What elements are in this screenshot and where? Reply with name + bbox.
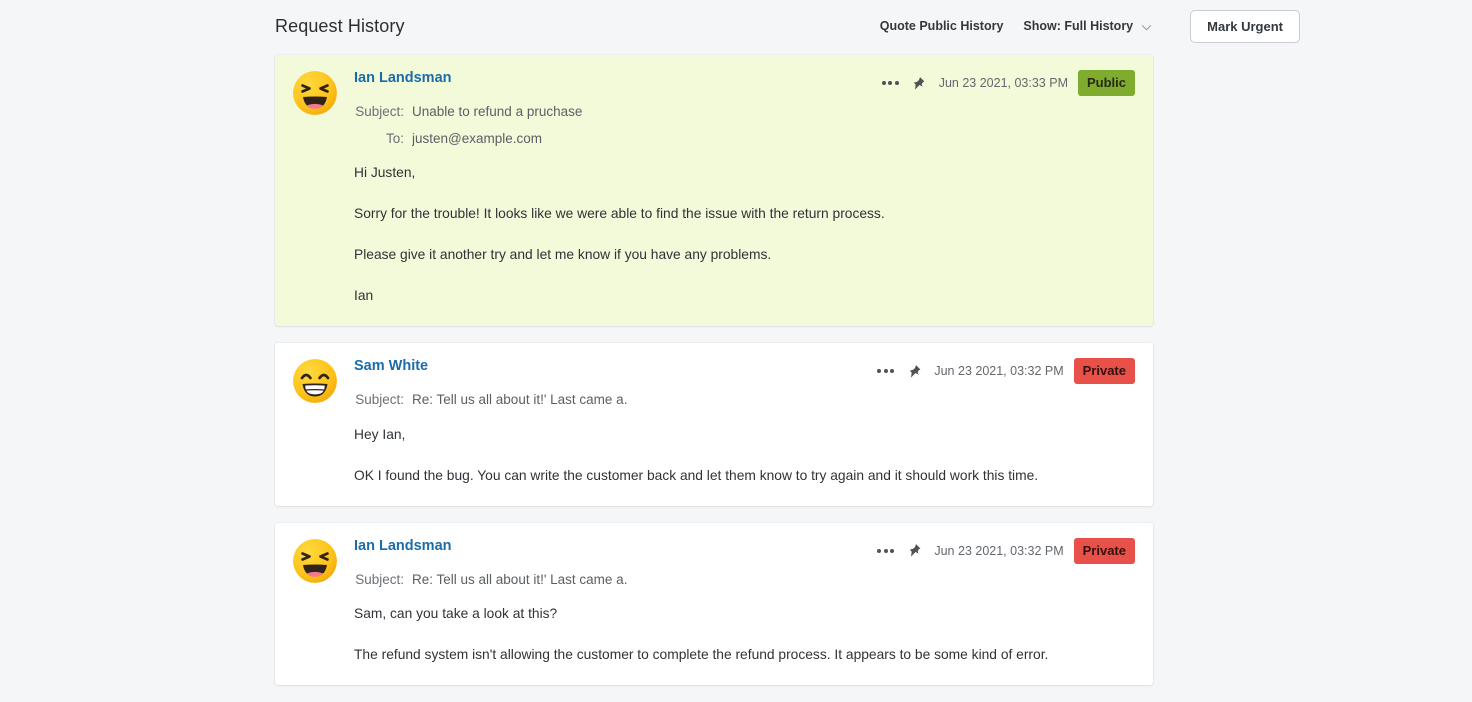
page-title: Request History: [275, 17, 405, 35]
message-meta: Jun 23 2021, 03:33 PM Public: [877, 69, 1135, 96]
message-paragraph: Sorry for the trouble! It looks like we …: [354, 204, 1135, 224]
quote-public-history-link[interactable]: Quote Public History: [880, 19, 1004, 33]
subject-label: Subject:: [354, 101, 412, 123]
pin-icon[interactable]: [909, 73, 929, 93]
message-body: Ian Landsman Jun 23 2021, 03:33 PM Public S…: [354, 69, 1135, 306]
message-paragraph: Hi Justen,: [354, 163, 1135, 183]
message-paragraph: OK I found the bug. You can write the cu…: [354, 466, 1135, 486]
laughing-squint-emoji-avatar: [293, 71, 337, 115]
message-body: Sam White Jun 23 2021, 03:32 PM Private Sub…: [354, 357, 1135, 486]
mark-urgent-button[interactable]: Mark Urgent: [1190, 10, 1300, 43]
message-paragraph: Hey Ian,: [354, 425, 1135, 445]
message-paragraph: The refund system isn't allowing the cus…: [354, 645, 1135, 665]
to-value: justen@example.com: [412, 128, 542, 150]
request-history-page: Request History Quote Public History Sho…: [0, 0, 1472, 667]
message-paragraph: Sam, can you take a look at this?: [354, 604, 1135, 624]
message-top: Sam White Jun 23 2021, 03:32 PM Private Sub…: [293, 357, 1135, 486]
chevron-down-icon: [1141, 22, 1152, 33]
message-author-link[interactable]: Ian Landsman: [354, 537, 452, 557]
message-thread: Ian Landsman Jun 23 2021, 03:33 PM Public S…: [275, 55, 1153, 702]
pin-icon[interactable]: [904, 361, 924, 381]
message-text: Sam, can you take a look at this? The ref…: [354, 604, 1135, 665]
visibility-badge: Private: [1074, 358, 1135, 384]
subject-value: Unable to refund a pruchase: [412, 101, 582, 123]
message-timestamp: Jun 23 2021, 03:32 PM: [934, 545, 1063, 558]
visibility-badge: Private: [1074, 538, 1135, 564]
message-headline: Sam White Jun 23 2021, 03:32 PM Private: [354, 357, 1135, 384]
to-line: To:justen@example.com: [354, 128, 1135, 150]
more-options-icon[interactable]: [872, 545, 899, 557]
message-card: Ian Landsman Jun 23 2021, 03:32 PM Private…: [275, 523, 1153, 686]
header-actions: Quote Public History Show: Full History …: [880, 10, 1300, 43]
subject-value: Re: Tell us all about it!' Last came a.: [412, 569, 627, 591]
pin-icon[interactable]: [904, 541, 924, 561]
message-meta: Jun 23 2021, 03:32 PM Private: [872, 357, 1135, 384]
subject-line: Subject:Re: Tell us all about it!' Last …: [354, 389, 1135, 411]
message-author-link[interactable]: Sam White: [354, 357, 428, 377]
message-timestamp: Jun 23 2021, 03:33 PM: [939, 77, 1068, 90]
message-card: Sam White Jun 23 2021, 03:32 PM Private Sub…: [275, 343, 1153, 506]
grinning-smiling-eyes-emoji-avatar: [293, 359, 337, 403]
message-text: Hi Justen, Sorry for the trouble! It look…: [354, 163, 1135, 306]
message-body: Ian Landsman Jun 23 2021, 03:32 PM Private…: [354, 537, 1135, 666]
show-history-filter[interactable]: Show: Full History: [1023, 19, 1152, 33]
laughing-squint-emoji-avatar: [293, 539, 337, 583]
more-options-icon[interactable]: [877, 77, 904, 89]
message-top: Ian Landsman Jun 23 2021, 03:32 PM Private…: [293, 537, 1135, 666]
subject-value: Re: Tell us all about it!' Last came a.: [412, 389, 627, 411]
message-text: Hey Ian, OK I found the bug. You can writ…: [354, 425, 1135, 486]
show-history-filter-label: Show: Full History: [1023, 19, 1133, 33]
history-header: Request History Quote Public History Sho…: [275, 8, 1300, 44]
subject-label: Subject:: [354, 389, 412, 411]
subject-label: Subject:: [354, 569, 412, 591]
more-options-icon[interactable]: [872, 365, 899, 377]
message-headline: Ian Landsman Jun 23 2021, 03:32 PM Private: [354, 537, 1135, 564]
subject-line: Subject:Unable to refund a pruchase: [354, 101, 1135, 123]
message-top: Ian Landsman Jun 23 2021, 03:33 PM Public S…: [293, 69, 1135, 306]
to-label: To:: [354, 128, 412, 150]
message-paragraph: Please give it another try and let me kn…: [354, 245, 1135, 265]
message-card: Ian Landsman Jun 23 2021, 03:33 PM Public S…: [275, 55, 1153, 326]
message-author-link[interactable]: Ian Landsman: [354, 69, 452, 89]
subject-line: Subject:Re: Tell us all about it!' Last …: [354, 569, 1135, 591]
message-paragraph: Ian: [354, 286, 1135, 306]
message-headline: Ian Landsman Jun 23 2021, 03:33 PM Public: [354, 69, 1135, 96]
message-meta: Jun 23 2021, 03:32 PM Private: [872, 537, 1135, 564]
visibility-badge: Public: [1078, 70, 1135, 96]
message-timestamp: Jun 23 2021, 03:32 PM: [934, 365, 1063, 378]
